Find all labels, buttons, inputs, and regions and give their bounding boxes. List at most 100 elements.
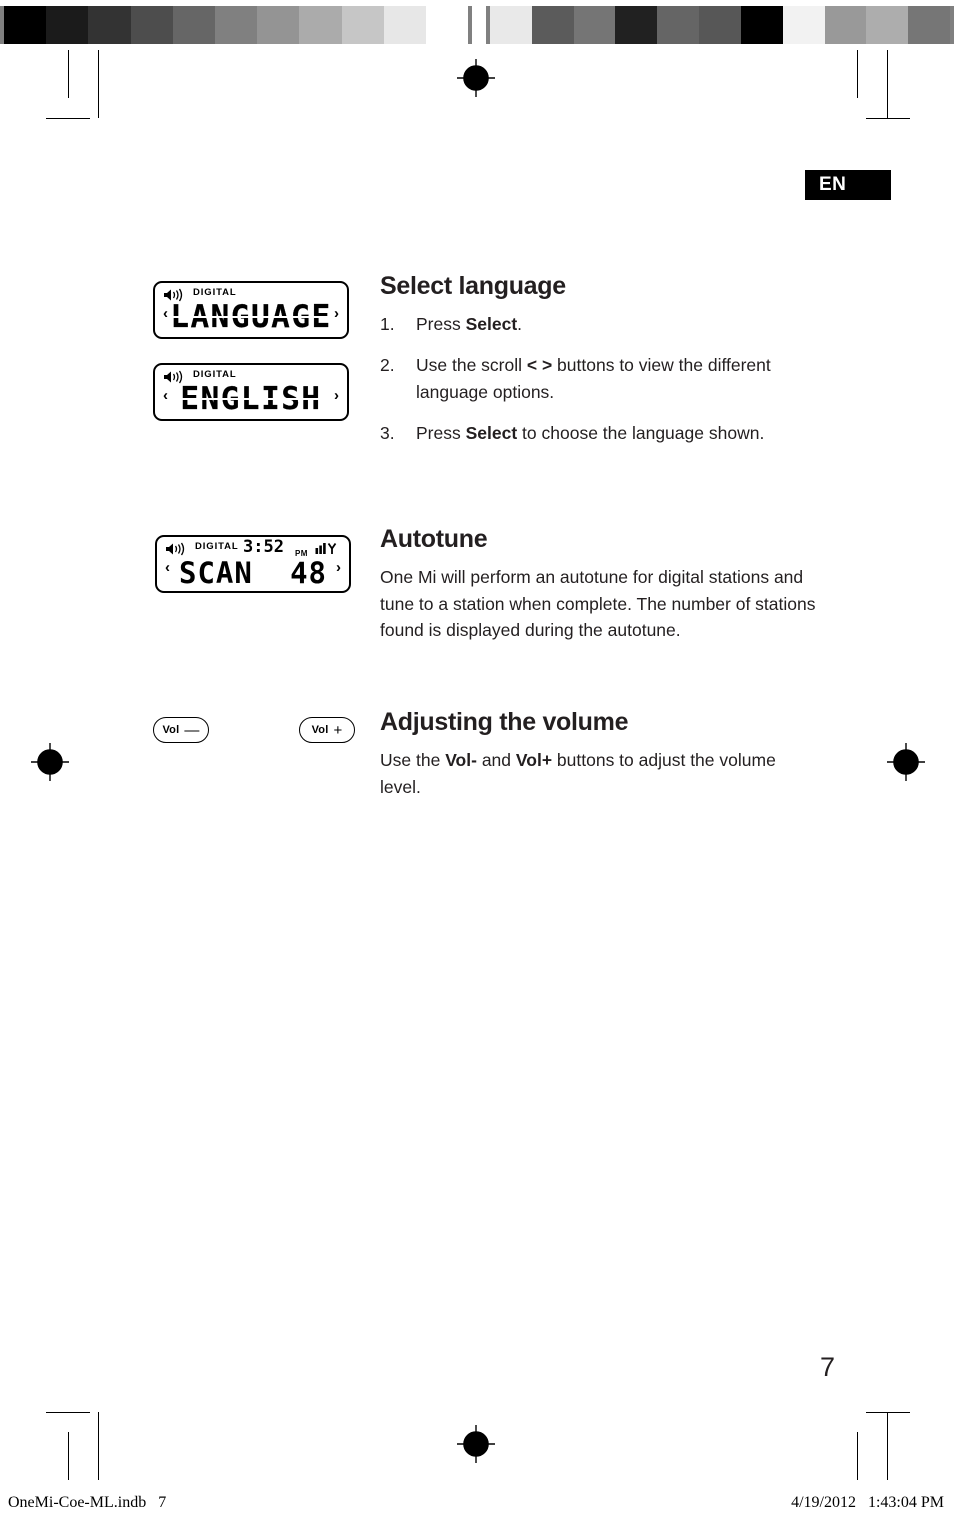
lcd-right-arrow-icon[interactable]: › [336, 560, 341, 575]
crop-mark-bottom-right-horizontal [866, 1412, 910, 1413]
lcd-display-english: DIGITAL ‹ › ENGLISH [153, 363, 349, 421]
calibration-swatch [341, 6, 384, 44]
step-text: Use the scroll < > buttons to view the d… [416, 352, 820, 405]
crop-mark-top-left-inner [98, 50, 99, 118]
calibration-swatch [908, 6, 950, 44]
registration-mark-right [887, 743, 925, 781]
volume-down-label: Vol [162, 724, 180, 736]
step-text-post: to choose the language shown. [517, 422, 765, 443]
step-number: 2. [380, 355, 395, 376]
crop-mark-bottom-left-inner [98, 1412, 99, 1480]
calibration-swatch [782, 6, 825, 44]
volume-up-button[interactable]: Vol + [299, 717, 355, 743]
list-item: 1. Press Select. [380, 311, 820, 337]
calibration-swatch [531, 6, 574, 44]
step-text-post: . [517, 314, 523, 334]
registration-mark-left [31, 743, 69, 781]
calibration-bar-left [0, 6, 472, 44]
calibration-swatch [824, 6, 867, 44]
step-text-bold: < > [526, 355, 553, 376]
footer-file-slug: OneMi-Coe-ML.indb 7 [8, 1494, 167, 1511]
lcd-display-language: DIGITAL ‹ › LANGUAGE [153, 281, 349, 339]
calibration-swatch [383, 6, 426, 44]
print-calibration-bars [0, 6, 954, 44]
crop-mark-top-right-outer [857, 50, 858, 98]
step-text-pre: Press [416, 314, 466, 334]
section-adjusting-volume: Adjusting the volume Use the Vol- and Vo… [380, 708, 820, 800]
heading-autotune: Autotune [380, 525, 488, 553]
volume-down-button[interactable]: Vol — [153, 717, 209, 743]
lcd-main-text-value: LANGUAGE [168, 299, 334, 335]
language-badge: EN [805, 170, 891, 200]
calibration-bar-gap [472, 6, 486, 44]
step-text-pre: Press [416, 422, 466, 443]
step-number: 1. [380, 314, 395, 334]
calibration-swatch [46, 6, 89, 44]
heading-select-language: Select language [380, 272, 566, 300]
page-number: 7 [820, 1352, 836, 1382]
calibration-swatch [172, 6, 215, 44]
lcd-station-count: 48 [290, 556, 327, 590]
lcd-scan-label: SCAN [179, 556, 253, 590]
heading-adjusting-volume: Adjusting the volume [380, 708, 629, 736]
crop-mark-top-right-inner [887, 50, 888, 118]
calibration-swatch [88, 6, 131, 44]
step-text: Press Select to choose the language show… [416, 420, 820, 446]
lcd-digital-label: DIGITAL [195, 541, 239, 552]
volume-text-bold-down: Vol- [445, 750, 477, 770]
calibration-swatch [699, 6, 741, 44]
crop-mark-bottom-left-outer [68, 1432, 69, 1480]
volume-up-label: Vol [311, 724, 329, 736]
calibration-swatch [657, 6, 700, 44]
crop-mark-bottom-right-outer [857, 1432, 858, 1480]
crop-mark-bottom-right-inner [887, 1412, 888, 1480]
select-language-steps: 1. Press Select. 2. Use the scroll < > b… [380, 311, 820, 446]
calibration-swatch [299, 6, 342, 44]
calibration-swatch [866, 6, 909, 44]
calibration-swatch [425, 6, 469, 44]
lcd-main-text-value: ENGLISH [178, 381, 324, 417]
calibration-swatch [490, 6, 532, 44]
crop-mark-top-left-outer [68, 50, 69, 98]
lcd-left-arrow-icon[interactable]: ‹ [165, 560, 170, 575]
lcd-main-text: LANGUAGE [155, 299, 347, 335]
speaker-icon [166, 542, 185, 556]
step-text-pre: Use the scroll [416, 355, 527, 376]
footer-timestamp: 4/19/2012 1:43:04 PM [791, 1494, 944, 1511]
calibration-swatch [257, 6, 300, 44]
calibration-swatch [4, 6, 47, 44]
lcd-display-scan: DIGITAL 3:52 PM ‹ › SCAN 48 [155, 535, 351, 593]
step-number: 3. [380, 422, 395, 443]
signal-antenna-icon [315, 542, 337, 554]
list-item: 2. Use the scroll < > buttons to view th… [380, 352, 820, 405]
step-text-bold: Select [465, 422, 518, 443]
calibration-swatch [615, 6, 658, 44]
crop-mark-top-right-horizontal [866, 118, 910, 119]
language-badge-label: EN [819, 174, 847, 195]
registration-mark-bottom [457, 1425, 495, 1463]
registration-mark-top [457, 59, 495, 97]
lcd-digital-label: DIGITAL [193, 369, 237, 380]
volume-text-bold-up: Vol+ [515, 750, 553, 770]
list-item: 3. Press Select to choose the language s… [380, 420, 820, 446]
step-text: Press Select. [416, 311, 820, 337]
volume-text-pre: Use the [380, 750, 446, 770]
minus-icon: — [184, 721, 200, 739]
calibration-swatch [130, 6, 173, 44]
crop-mark-bottom-left-horizontal [46, 1412, 90, 1413]
autotune-body-text: One Mi will perform an autotune for digi… [380, 567, 816, 641]
calibration-swatch [573, 6, 616, 44]
calibration-swatch [214, 6, 258, 44]
lcd-digital-label: DIGITAL [193, 287, 237, 298]
calibration-bar-right [486, 6, 954, 44]
volume-text-mid: and [476, 750, 516, 770]
calibration-swatch [740, 6, 783, 44]
plus-icon: + [333, 721, 343, 739]
step-text-bold: Select [465, 314, 518, 334]
lcd-clock-time: 3:52 [243, 537, 284, 557]
crop-mark-top-left-horizontal [46, 118, 90, 119]
lcd-main-text: ENGLISH [155, 381, 347, 417]
section-autotune: Autotune One Mi will perform an autotune… [380, 525, 820, 644]
adjusting-volume-body-text: Use the Vol- and Vol+ buttons to adjust … [380, 747, 820, 800]
section-select-language: Select language 1. Press Select. 2. Use … [380, 272, 820, 461]
